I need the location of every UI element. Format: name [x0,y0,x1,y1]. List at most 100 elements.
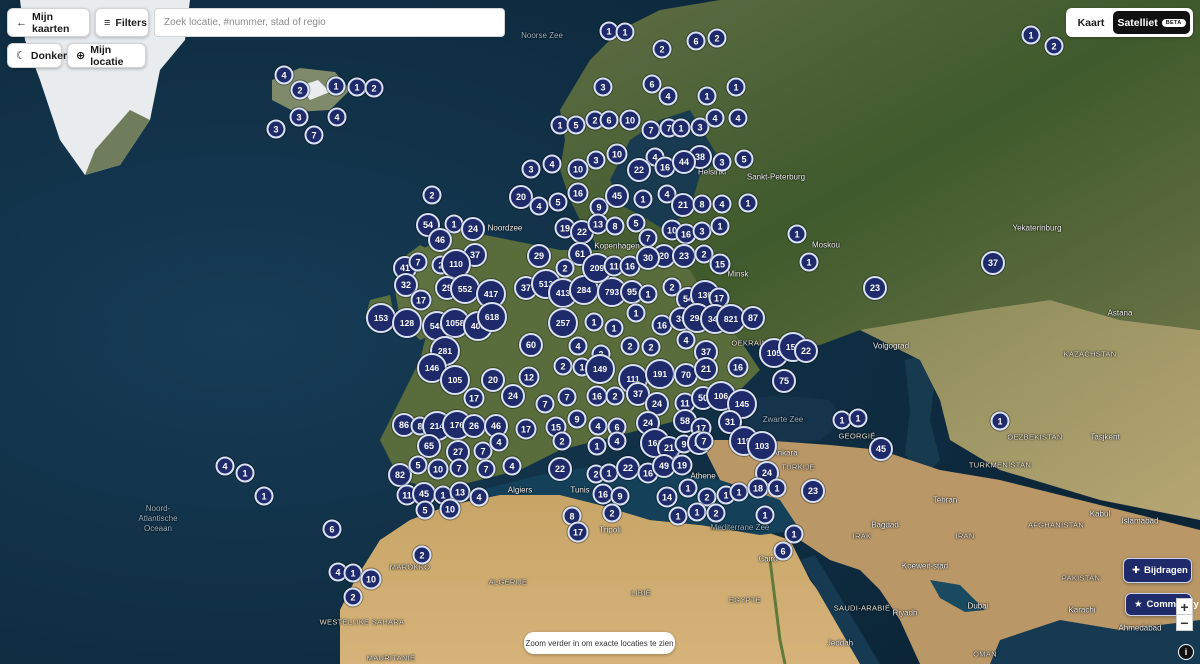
location-cluster[interactable]: 128 [392,308,422,338]
location-cluster[interactable]: 1 [254,486,274,506]
location-cluster[interactable]: 7 [694,431,714,451]
location-cluster[interactable]: 10 [619,109,641,131]
location-cluster[interactable]: 22 [616,456,640,480]
location-cluster[interactable]: 2 [343,587,363,607]
location-cluster[interactable]: 6 [322,519,342,539]
location-cluster[interactable]: 87 [741,306,765,330]
location-cluster[interactable]: 7 [476,459,496,479]
location-cluster[interactable]: 4 [568,336,588,356]
info-button[interactable]: i [1178,644,1194,660]
location-cluster[interactable]: 1 [697,86,717,106]
location-cluster[interactable]: 3 [289,107,309,127]
location-cluster[interactable]: 4 [607,431,627,451]
dark-mode-button[interactable]: ☾ Donker [7,43,67,68]
location-cluster[interactable]: 1 [738,193,758,213]
location-cluster[interactable]: 17 [515,418,537,440]
location-cluster[interactable]: 3 [692,221,712,241]
location-cluster[interactable]: 1 [584,312,604,332]
location-cluster[interactable]: 1 [784,524,804,544]
satellite-map[interactable]: Noorse Zee Noordzee Kopenhagen Minsk Mos… [0,0,1200,664]
location-cluster[interactable]: 10 [606,143,628,165]
location-cluster[interactable]: 22 [794,339,818,363]
location-cluster[interactable]: 4 [489,432,509,452]
location-cluster[interactable]: 2 [555,258,575,278]
location-cluster[interactable]: 153 [366,303,396,333]
location-cluster[interactable]: 3 [266,119,286,139]
location-cluster[interactable]: 1 [638,284,658,304]
location-cluster[interactable]: 21 [671,193,695,217]
location-cluster[interactable]: 14 [656,486,678,508]
location-cluster[interactable]: 6 [686,31,706,51]
location-cluster[interactable]: 1 [587,436,607,456]
location-cluster[interactable]: 7 [304,125,324,145]
location-cluster[interactable]: 5 [408,455,428,475]
location-cluster[interactable]: 1 [626,303,646,323]
location-cluster[interactable]: 1 [687,502,707,522]
location-cluster[interactable]: 24 [501,384,525,408]
location-cluster[interactable]: 9 [567,409,587,429]
location-cluster[interactable]: 16 [586,385,608,407]
location-cluster[interactable]: 7 [641,120,661,140]
location-cluster[interactable]: 5 [566,115,586,135]
location-cluster[interactable]: 4 [712,194,732,214]
location-cluster[interactable]: 7 [638,228,658,248]
location-cluster[interactable]: 1 [668,506,688,526]
location-cluster[interactable]: 2 [412,545,432,565]
location-cluster[interactable]: 45 [869,437,893,461]
location-cluster[interactable]: 2 [553,356,573,376]
location-cluster[interactable]: 3 [521,159,541,179]
location-cluster[interactable]: 1 [767,478,787,498]
location-cluster[interactable]: 8 [692,194,712,214]
location-cluster[interactable]: 2 [290,80,310,100]
location-cluster[interactable]: 103 [747,431,777,461]
location-cluster[interactable]: 1 [235,463,255,483]
location-cluster[interactable]: 12 [518,366,540,388]
location-cluster[interactable]: 1 [729,482,749,502]
zoom-out-button[interactable]: − [1176,614,1193,631]
location-cluster[interactable]: 1 [848,408,868,428]
location-cluster[interactable]: 19 [671,454,693,476]
location-cluster[interactable]: 10 [360,568,382,590]
location-cluster[interactable]: 5 [415,500,435,520]
location-cluster[interactable]: 2 [620,336,640,356]
location-cluster[interactable]: 75 [772,369,796,393]
location-cluster[interactable]: 4 [215,456,235,476]
location-cluster[interactable]: 2 [422,185,442,205]
location-cluster[interactable]: 4 [502,456,522,476]
location-cluster[interactable]: 8 [605,216,625,236]
location-cluster[interactable]: 17 [410,289,432,311]
location-cluster[interactable]: 3 [586,150,606,170]
location-cluster[interactable]: 2 [641,337,661,357]
zoom-in-button[interactable]: + [1176,598,1193,615]
my-location-button[interactable]: ⊕ Mijn locatie [67,43,146,68]
location-cluster[interactable]: 2 [602,503,622,523]
location-cluster[interactable]: 552 [450,274,480,304]
location-cluster[interactable]: 7 [408,252,428,272]
location-cluster[interactable]: 2 [652,39,672,59]
location-cluster[interactable]: 1 [799,252,819,272]
location-cluster[interactable]: 26 [462,414,486,438]
location-cluster[interactable]: 2 [1044,36,1064,56]
location-cluster[interactable]: 4 [274,65,294,85]
location-cluster[interactable]: 21 [694,357,718,381]
location-cluster[interactable]: 24 [461,217,485,241]
my-maps-button[interactable]: ← Mijn kaarten [7,8,90,37]
contribute-button[interactable]: ✚ Bijdragen [1123,558,1192,583]
location-cluster[interactable]: 618 [477,302,507,332]
location-cluster[interactable]: 16 [727,356,749,378]
location-cluster[interactable]: 4 [542,154,562,174]
location-cluster[interactable]: 20 [481,368,505,392]
location-cluster[interactable]: 15 [709,253,731,275]
location-cluster[interactable]: 10 [427,458,449,480]
location-cluster[interactable]: 1 [726,77,746,97]
location-cluster[interactable]: 191 [645,359,675,389]
location-cluster[interactable]: 2 [707,28,727,48]
location-cluster[interactable]: 1 [633,189,653,209]
location-cluster[interactable]: 149 [585,354,615,384]
location-cluster[interactable]: 3 [593,77,613,97]
location-cluster[interactable]: 17 [463,387,485,409]
location-cluster[interactable]: 44 [672,150,696,174]
location-cluster[interactable]: 10 [439,498,461,520]
location-cluster[interactable]: 1 [755,505,775,525]
location-cluster[interactable]: 7 [535,394,555,414]
